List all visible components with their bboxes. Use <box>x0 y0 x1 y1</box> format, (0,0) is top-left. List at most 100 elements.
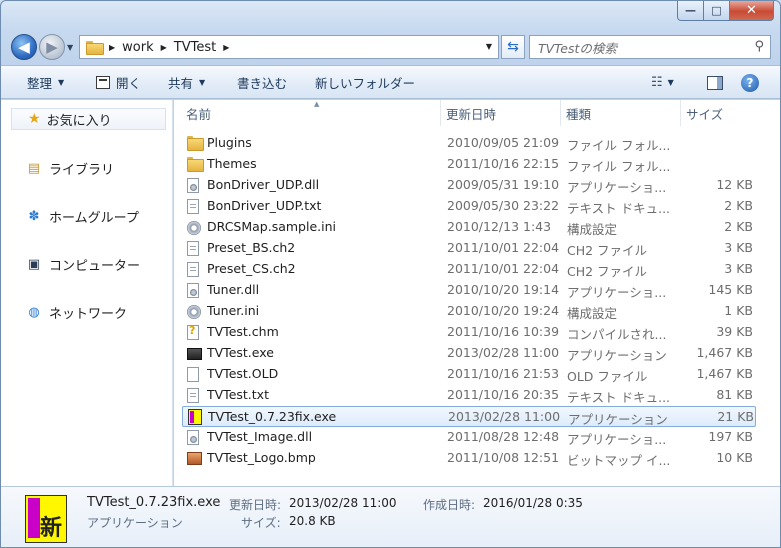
folder-icon <box>86 41 104 55</box>
file-row[interactable]: Preset_CS.ch2 2011/10/01 22:04 CH2 ファイル 3 K… <box>182 259 756 280</box>
burn-label: 書き込む <box>237 76 288 91</box>
recent-pages-dropdown[interactable]: ▼ <box>67 43 73 52</box>
file-name: BonDriver_UDP.dll <box>207 177 320 192</box>
preview-pane-button[interactable] <box>707 66 723 99</box>
file-type: コンパイルされ... <box>567 327 667 342</box>
column-header-label: 名前 <box>186 106 212 122</box>
organize-menu[interactable]: 整理 ▼ <box>27 66 64 99</box>
file-row[interactable]: DRCSMap.sample.ini 2010/12/13 1:43 構成設定 2 K… <box>182 217 756 238</box>
file-size: 3 KB <box>724 240 753 255</box>
file-modified-date: 2011/10/16 21:53 <box>447 366 560 381</box>
file-modified-date: 2011/08/28 12:48 <box>447 429 560 444</box>
help-button[interactable]: ? <box>741 66 759 99</box>
column-divider[interactable] <box>440 100 441 126</box>
file-type: テキスト ドキュ... <box>567 390 671 405</box>
file-name: TVTest.chm <box>207 324 279 339</box>
file-name: Preset_CS.ch2 <box>207 261 296 276</box>
forward-button[interactable]: ▶ <box>39 34 65 60</box>
file-row[interactable]: Preset_BS.ch2 2011/10/01 22:04 CH2 ファイル 3 K… <box>182 238 756 259</box>
file-type: OLD ファイル <box>567 369 648 384</box>
file-row[interactable]: BonDriver_UDP.txt 2009/05/30 23:22 テキスト ドキ… <box>182 196 756 217</box>
breadcrumb-chevron-icon[interactable]: ▶ <box>109 43 115 52</box>
settings-file-icon <box>187 221 201 235</box>
file-modified-date: 2010/12/13 1:43 <box>447 219 552 234</box>
file-type: アプリケーショ... <box>567 285 667 300</box>
open-button[interactable]: 開く <box>96 66 141 99</box>
file-type: CH2 ファイル <box>567 243 648 258</box>
close-button[interactable]: ✕ <box>730 1 774 21</box>
column-header-date[interactable]: 更新日時 <box>442 100 560 126</box>
file-type: 構成設定 <box>567 306 618 321</box>
column-header-name[interactable]: 名前 ▲ <box>182 100 440 126</box>
burn-button[interactable]: 書き込む <box>237 66 287 99</box>
file-modified-date: 2009/05/30 23:22 <box>447 198 560 213</box>
sidebar-item-favorites[interactable]: ★ お気に入り <box>11 108 166 130</box>
file-row[interactable]: TVTest_Logo.bmp 2011/10/08 12:51 ビットマップ イ.… <box>182 448 756 469</box>
column-divider[interactable] <box>560 100 561 126</box>
file-row[interactable]: TVTest.OLD 2011/10/16 21:53 OLD ファイル 1,467 … <box>182 364 756 385</box>
file-name: Tuner.ini <box>207 303 260 318</box>
file-list: 名前 ▲ 更新日時 種類 サイズ Plugins 2010/09/05 21:09… <box>174 100 780 486</box>
breadcrumb-chevron-icon[interactable]: ▶ <box>223 43 229 52</box>
file-modified-date: 2013/02/28 11:00 <box>447 345 560 360</box>
file-type: ファイル フォル... <box>567 138 671 153</box>
file-modified-date: 2010/10/20 19:24 <box>447 303 560 318</box>
details-modified-value: 2013/02/28 11:00 <box>289 496 397 510</box>
file-row[interactable]: Tuner.ini 2010/10/20 19:24 構成設定 1 KB <box>182 301 756 322</box>
search-icon[interactable]: ⚲ <box>754 39 764 54</box>
file-row[interactable]: Plugins 2010/09/05 21:09 ファイル フォル... <box>182 133 756 154</box>
sidebar-item-libraries[interactable]: ▤ ライブラリ <box>25 159 114 178</box>
column-header-label: 更新日時 <box>446 106 497 122</box>
command-bar: 整理 ▼ 開く 共有 ▼ 書き込む 新しいフォルダー ☷ ▼ ? <box>1 65 780 99</box>
details-modified-label: 更新日時: <box>229 498 282 512</box>
search-input[interactable]: TVTestの検索 ⚲ <box>529 35 771 59</box>
file-row[interactable]: TVTest.txt 2011/10/16 20:35 テキスト ドキュ... 81 … <box>182 385 756 406</box>
address-bar[interactable]: ▶ work ▶ TVTest ▶ ▼ <box>79 35 499 59</box>
column-header-label: サイズ <box>686 106 724 122</box>
file-row[interactable]: Tuner.dll 2010/10/20 19:14 アプリケーショ... 145 K… <box>182 280 756 301</box>
file-row[interactable]: TVTest.chm 2011/10/16 10:39 コンパイルされ... 39 K… <box>182 322 756 343</box>
file-name: Plugins <box>207 135 252 150</box>
address-dropdown-icon[interactable]: ▼ <box>486 42 492 51</box>
file-size: 2 KB <box>724 219 753 234</box>
file-row[interactable]: BonDriver_UDP.dll 2009/05/31 19:10 アプリケーショ… <box>182 175 756 196</box>
icon-glyph: 新 <box>39 516 62 541</box>
sort-ascending-icon: ▲ <box>314 100 320 108</box>
new-folder-button[interactable]: 新しいフォルダー <box>315 66 415 99</box>
breadcrumb-work[interactable]: work <box>122 40 153 55</box>
column-header-type[interactable]: 種類 <box>562 100 680 126</box>
sidebar-item-network[interactable]: ◍ ネットワーク <box>25 303 127 322</box>
details-pane: 新 TVTest_0.7.23fix.exe アプリケーション 更新日時: 20… <box>1 486 780 547</box>
view-details-icon: ☷ <box>651 75 663 90</box>
folder-icon <box>187 157 204 172</box>
explorer-window: — □ ✕ ◀ ▶ ▼ ▶ work ▶ TVTest ▶ ▼ ⇆ TVTest… <box>0 0 781 548</box>
refresh-button[interactable]: ⇆ <box>501 35 525 59</box>
file-type: アプリケーション <box>567 348 667 363</box>
file-row[interactable]: Themes 2011/10/16 22:15 ファイル フォル... <box>182 154 756 175</box>
minimize-button[interactable]: — <box>677 1 704 21</box>
file-row[interactable]: TVTest_Image.dll 2011/08/28 12:48 アプリケーショ.… <box>182 427 756 448</box>
column-header-size[interactable]: サイズ <box>682 100 758 126</box>
maximize-button[interactable]: □ <box>704 1 730 21</box>
search-placeholder: TVTestの検索 <box>538 40 617 56</box>
dll-icon <box>187 430 199 445</box>
back-button[interactable]: ◀ <box>11 34 37 60</box>
file-row[interactable]: TVTest.exe 2013/02/28 11:00 アプリケーション 1,467 … <box>182 343 756 364</box>
sidebar-item-homegroup[interactable]: ✽ ホームグループ <box>25 207 139 226</box>
breadcrumb-tvtest[interactable]: TVTest <box>174 40 216 55</box>
file-name: Preset_BS.ch2 <box>207 240 296 255</box>
file-size: 3 KB <box>724 261 753 276</box>
file-size: 1 KB <box>724 303 753 318</box>
change-view-button[interactable]: ☷ ▼ <box>651 66 674 99</box>
sidebar-item-computer[interactable]: ▣ コンピューター <box>25 255 140 274</box>
homegroup-icon: ✽ <box>28 209 40 224</box>
column-divider[interactable] <box>680 100 681 126</box>
file-size: 12 KB <box>716 177 753 192</box>
breadcrumb-chevron-icon[interactable]: ▶ <box>161 43 167 52</box>
sidebar-item-label: ネットワーク <box>49 307 128 322</box>
file-modified-date: 2010/10/20 19:14 <box>447 282 560 297</box>
file-row[interactable]: TVTest_0.7.23fix.exe 2013/02/28 11:00 アプリケ… <box>182 406 756 427</box>
share-menu[interactable]: 共有 ▼ <box>168 66 205 99</box>
dll-icon <box>187 283 199 298</box>
help-file-icon <box>187 324 199 340</box>
